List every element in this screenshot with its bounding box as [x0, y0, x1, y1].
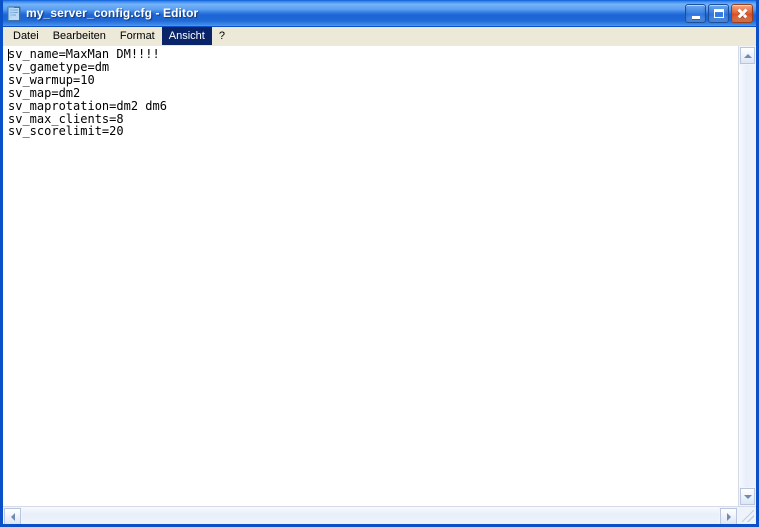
text-editor-content: sv_name=MaxMan DM!!!! sv_gametype=dm sv_… [8, 47, 167, 139]
close-button[interactable] [731, 4, 753, 23]
editor-wrapper: sv_name=MaxMan DM!!!! sv_gametype=dm sv_… [3, 46, 756, 524]
client-area: sv_name=MaxMan DM!!!! sv_gametype=dm sv_… [3, 46, 756, 524]
scroll-left-button[interactable] [4, 508, 21, 524]
horizontal-scrollbar[interactable] [3, 507, 738, 524]
menu-bar: Datei Bearbeiten Format Ansicht ? [3, 27, 756, 46]
horizontal-scroll-track[interactable] [22, 507, 719, 524]
text-editor-area[interactable]: sv_name=MaxMan DM!!!! sv_gametype=dm sv_… [3, 46, 738, 506]
resize-grip-icon[interactable] [742, 510, 754, 522]
caption-buttons [685, 4, 753, 23]
menu-item-datei[interactable]: Datei [6, 27, 46, 45]
window-title: my_server_config.cfg - Editor [26, 6, 199, 20]
menu-item-ansicht[interactable]: Ansicht [161, 27, 212, 45]
chevron-right-icon [726, 512, 731, 521]
maximize-icon [713, 9, 724, 18]
chevron-up-icon [743, 53, 752, 58]
editor-row: sv_name=MaxMan DM!!!! sv_gametype=dm sv_… [3, 46, 756, 506]
chevron-left-icon [10, 512, 15, 521]
scroll-up-button[interactable] [740, 47, 755, 64]
menu-item-format[interactable]: Format [113, 27, 162, 45]
menu-item-help[interactable]: ? [212, 27, 232, 45]
close-icon [737, 8, 748, 19]
horizontal-scrollbar-row [3, 506, 756, 524]
vertical-scrollbar[interactable] [738, 46, 756, 506]
notepad-window: my_server_config.cfg - Editor Datei Bear… [0, 0, 759, 527]
minimize-button[interactable] [685, 4, 706, 23]
scrollbar-corner [738, 507, 756, 524]
minimize-icon [691, 15, 700, 19]
maximize-button[interactable] [708, 4, 729, 23]
menu-item-bearbeiten[interactable]: Bearbeiten [46, 27, 113, 45]
notepad-document-icon [6, 6, 22, 22]
chevron-down-icon [743, 494, 752, 499]
title-bar[interactable]: my_server_config.cfg - Editor [3, 0, 756, 27]
scroll-down-button[interactable] [740, 488, 755, 505]
vertical-scroll-track[interactable] [739, 65, 756, 487]
scroll-right-button[interactable] [720, 508, 737, 524]
